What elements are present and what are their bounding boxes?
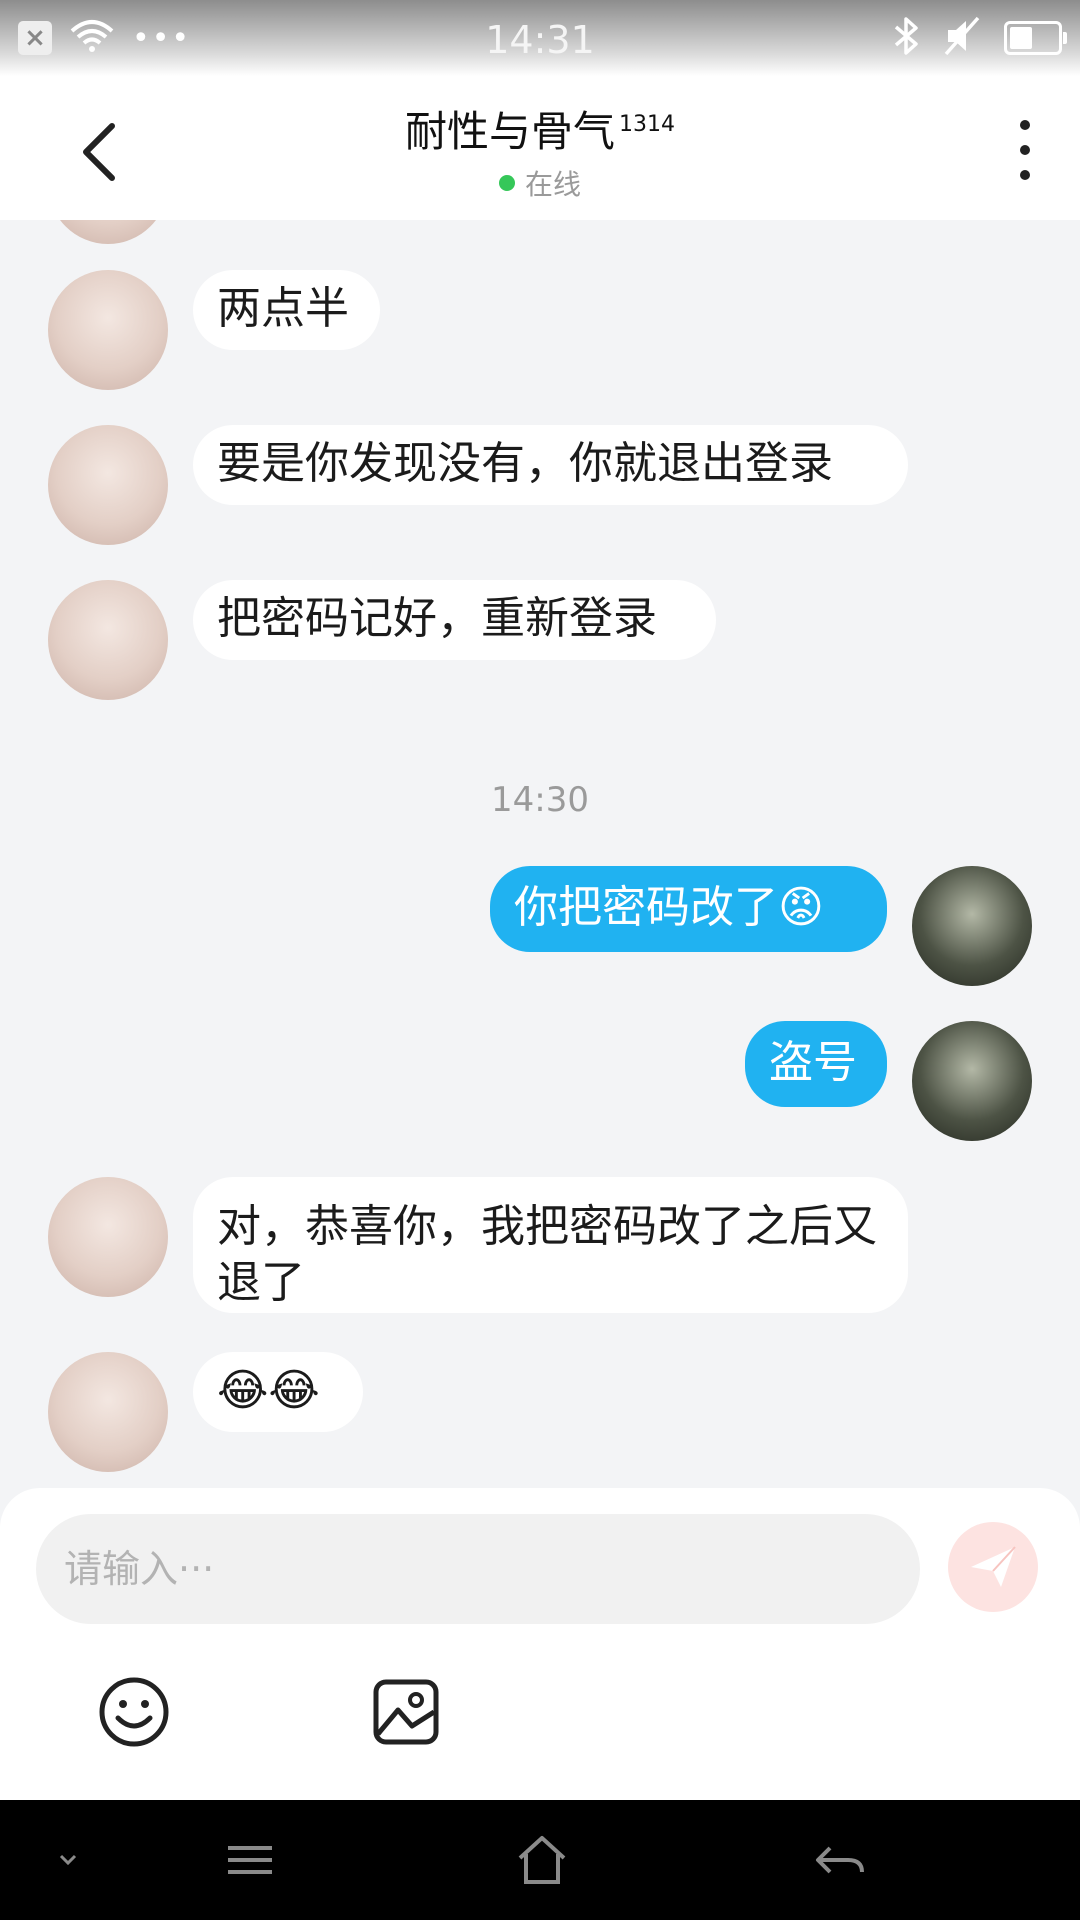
more-options-button[interactable] bbox=[1010, 120, 1040, 180]
outgoing-message[interactable]: 盗号 bbox=[745, 1021, 887, 1107]
incoming-message[interactable]: 两点半 bbox=[193, 270, 380, 350]
chevron-down-icon bbox=[59, 1854, 77, 1866]
more-dot-icon bbox=[1020, 170, 1030, 180]
more-dot-icon bbox=[1020, 120, 1030, 130]
chat-title-block: 耐性与骨气 1314 在线 bbox=[0, 98, 1080, 203]
message-input[interactable] bbox=[36, 1514, 920, 1624]
message-list[interactable]: 两点半 要是你发现没有，你就退出登录 把密码记好，重新登录 14:30 你把密码… bbox=[0, 220, 1080, 1488]
menu-icon bbox=[228, 1846, 272, 1874]
incoming-message[interactable]: 把密码记好，重新登录 bbox=[193, 580, 716, 660]
contact-avatar[interactable] bbox=[48, 1177, 168, 1297]
contact-avatar[interactable] bbox=[48, 425, 168, 545]
more-dot-icon bbox=[1020, 145, 1030, 155]
nav-home-button[interactable] bbox=[512, 1830, 572, 1890]
chat-header: 耐性与骨气 1314 在线 bbox=[0, 76, 1080, 220]
contact-avatar[interactable] bbox=[48, 220, 168, 244]
battery-icon bbox=[1004, 21, 1067, 55]
emoji-icon bbox=[99, 1677, 169, 1747]
bluetooth-icon bbox=[892, 16, 922, 60]
my-avatar[interactable] bbox=[912, 1021, 1032, 1141]
online-status-text: 在线 bbox=[524, 168, 581, 201]
my-avatar[interactable] bbox=[912, 866, 1032, 986]
send-icon bbox=[971, 1546, 1016, 1587]
incoming-message[interactable]: 对，恭喜你，我把密码改了之后又退了 bbox=[193, 1177, 908, 1313]
message-timestamp: 14:30 bbox=[491, 780, 589, 820]
contact-name-text: 耐性与骨气 bbox=[404, 107, 615, 156]
nav-menu-button[interactable] bbox=[220, 1830, 280, 1890]
mute-icon bbox=[944, 16, 982, 60]
contact-avatar[interactable] bbox=[48, 580, 168, 700]
online-status: 在线 bbox=[498, 163, 581, 203]
status-bar: × ••• 14:31 bbox=[0, 0, 1080, 76]
image-icon bbox=[373, 1679, 439, 1745]
send-button[interactable] bbox=[948, 1522, 1038, 1612]
incoming-message[interactable]: 要是你发现没有，你就退出登录 bbox=[193, 425, 908, 505]
contact-name-suffix: 1314 bbox=[619, 112, 675, 137]
nav-back-button[interactable] bbox=[810, 1830, 870, 1890]
back-arrow-icon bbox=[816, 1846, 864, 1874]
image-button[interactable] bbox=[368, 1674, 444, 1750]
online-dot-icon bbox=[498, 175, 515, 191]
emoji-button[interactable] bbox=[96, 1674, 172, 1750]
nav-hide-button[interactable] bbox=[48, 1830, 88, 1890]
contact-avatar[interactable] bbox=[48, 270, 168, 390]
navigation-bar bbox=[0, 1800, 1080, 1920]
home-icon bbox=[518, 1836, 566, 1884]
outgoing-message[interactable]: 你把密码改了😡 bbox=[490, 866, 887, 952]
message-composer bbox=[0, 1488, 1080, 1800]
contact-name[interactable]: 耐性与骨气 1314 bbox=[0, 98, 1080, 159]
incoming-message[interactable]: 😂😂 bbox=[193, 1352, 363, 1432]
status-right-icons bbox=[892, 16, 1067, 60]
contact-avatar[interactable] bbox=[48, 1352, 168, 1472]
